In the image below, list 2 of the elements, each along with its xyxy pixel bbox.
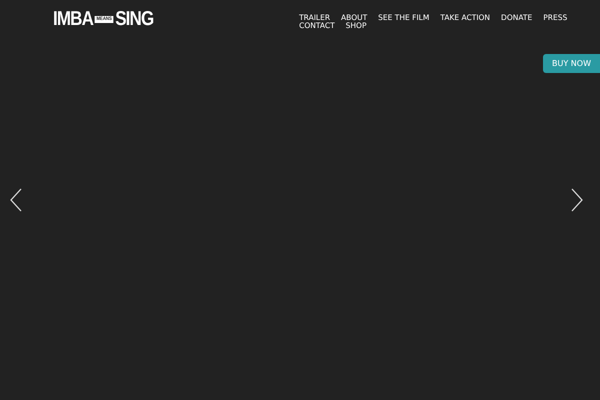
logo-text: SING	[115, 8, 154, 30]
logo-text: IMBA	[53, 8, 94, 30]
